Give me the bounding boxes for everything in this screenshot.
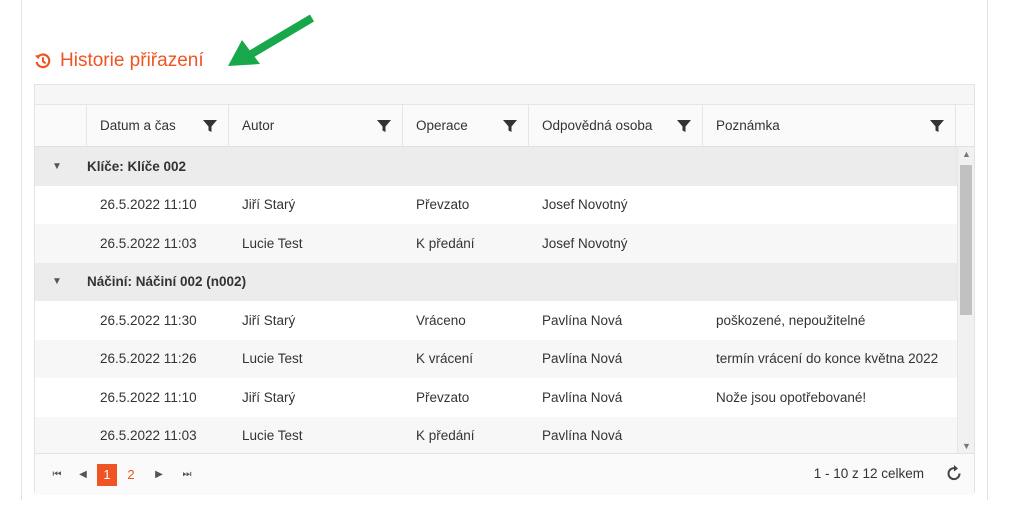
first-page-icon[interactable]: ⏮: [47, 465, 67, 485]
cell-datum: 26.5.2022 11:26: [100, 351, 197, 367]
cell-operace: K předání: [416, 428, 475, 444]
pager-info: 1 - 10 z 12 celkem: [813, 466, 924, 481]
group-label: Klíče: Klíče 002: [87, 158, 187, 174]
cell-autor: Lucie Test: [242, 235, 303, 251]
prev-page-icon[interactable]: ◀: [73, 465, 93, 485]
header-operace-label: Operace: [416, 118, 468, 133]
history-grid: Datum a čas Autor Operace Odpovědná osob…: [34, 84, 975, 495]
vertical-scrollbar[interactable]: ▲ ▼: [957, 147, 974, 453]
pager: ⏮ ◀ 1 2 ▶ ⏭ 1 - 10 z 12 celkem: [35, 453, 974, 495]
cell-autor: Lucie Test: [242, 351, 303, 367]
filter-icon[interactable]: [503, 119, 517, 133]
collapse-arrow-icon[interactable]: ▼: [35, 276, 87, 287]
cell-datum: 26.5.2022 11:10: [100, 389, 197, 405]
cell-operace: K předání: [416, 235, 475, 251]
scroll-up-icon[interactable]: ▲: [958, 147, 974, 161]
refresh-icon[interactable]: [944, 464, 964, 484]
cell-datum: 26.5.2022 11:10: [100, 197, 197, 213]
header-poznamka-label: Poznámka: [716, 118, 780, 133]
group-row-nacini[interactable]: ▼ Náčiní: Náčiní 002 (n002): [35, 262, 974, 301]
last-page-icon[interactable]: ⏭: [177, 465, 197, 485]
page-1-button[interactable]: 1: [97, 463, 117, 486]
annotation-arrow-title: [228, 14, 315, 66]
cell-autor: Jiří Starý: [242, 312, 296, 328]
collapse-arrow-icon[interactable]: ▼: [35, 161, 87, 172]
filter-icon[interactable]: [377, 119, 391, 133]
header-osoba-label: Odpovědná osoba: [542, 118, 653, 133]
scroll-thumb[interactable]: [960, 165, 972, 315]
header-osoba[interactable]: Odpovědná osoba: [529, 105, 703, 146]
filter-icon[interactable]: [203, 119, 217, 133]
header-autor-label: Autor: [242, 118, 275, 133]
table-row[interactable]: 26.5.2022 11:26 Lucie Test K vrácení Pav…: [35, 339, 974, 378]
section-title: Historie přiřazení: [60, 50, 204, 71]
scroll-down-icon[interactable]: ▼: [958, 439, 974, 453]
cell-operace: K vrácení: [416, 351, 474, 367]
header-poznamka[interactable]: Poznámka: [703, 105, 956, 146]
cell-operace: Převzato: [416, 197, 470, 213]
cell-osoba: Pavlína Nová: [542, 428, 623, 444]
cell-operace: Převzato: [416, 389, 470, 405]
right-divider: [987, 0, 988, 500]
cell-autor: Jiří Starý: [242, 197, 296, 213]
filter-icon[interactable]: [677, 119, 691, 133]
cell-datum: 26.5.2022 11:30: [100, 312, 197, 328]
next-page-icon[interactable]: ▶: [149, 465, 169, 485]
header-autor[interactable]: Autor: [229, 105, 403, 146]
table-row[interactable]: 26.5.2022 11:10 Jiří Starý Převzato Pavl…: [35, 378, 974, 417]
cell-datum: 26.5.2022 11:03: [100, 235, 197, 251]
cell-autor: Jiří Starý: [242, 389, 296, 405]
table-row[interactable]: 26.5.2022 11:30 Jiří Starý Vráceno Pavlí…: [35, 301, 974, 340]
table-row[interactable]: 26.5.2022 11:03 Lucie Test K předání Jos…: [35, 224, 974, 263]
grid-header: Datum a čas Autor Operace Odpovědná osob…: [35, 105, 974, 147]
cell-datum: 26.5.2022 11:03: [100, 428, 197, 444]
cell-operace: Vráceno: [416, 312, 466, 328]
grid-body[interactable]: ▼ Klíče: Klíče 002 26.5.2022 11:10 Jiří …: [35, 147, 974, 453]
cell-osoba: Josef Novotný: [542, 235, 628, 251]
cell-osoba: Josef Novotný: [542, 197, 628, 213]
history-icon: [34, 53, 51, 69]
cell-poznamka: poškozené, nepoužitelné: [716, 312, 866, 328]
section-header: Historie přiřazení: [34, 48, 204, 74]
table-row[interactable]: 26.5.2022 11:10 Jiří Starý Převzato Jose…: [35, 186, 974, 225]
cell-autor: Lucie Test: [242, 428, 303, 444]
left-divider: [21, 0, 22, 500]
header-datum[interactable]: Datum a čas: [87, 105, 229, 146]
group-panel: [35, 85, 974, 105]
group-label: Náčiní: Náčiní 002 (n002): [87, 274, 247, 290]
cell-poznamka: termín vrácení do konce května 2022: [716, 351, 939, 367]
cell-osoba: Pavlína Nová: [542, 351, 623, 367]
header-operace[interactable]: Operace: [403, 105, 529, 146]
group-row-klice[interactable]: ▼ Klíče: Klíče 002: [35, 147, 974, 186]
header-datum-label: Datum a čas: [100, 118, 176, 133]
page-2-button[interactable]: 2: [121, 464, 141, 486]
header-indent: [35, 105, 87, 146]
filter-icon[interactable]: [930, 119, 944, 133]
cell-poznamka: Nože jsou opotřebované!: [716, 389, 867, 405]
cell-osoba: Pavlína Nová: [542, 389, 623, 405]
cell-osoba: Pavlína Nová: [542, 312, 623, 328]
table-row[interactable]: 26.5.2022 11:03 Lucie Test K předání Pav…: [35, 416, 974, 453]
